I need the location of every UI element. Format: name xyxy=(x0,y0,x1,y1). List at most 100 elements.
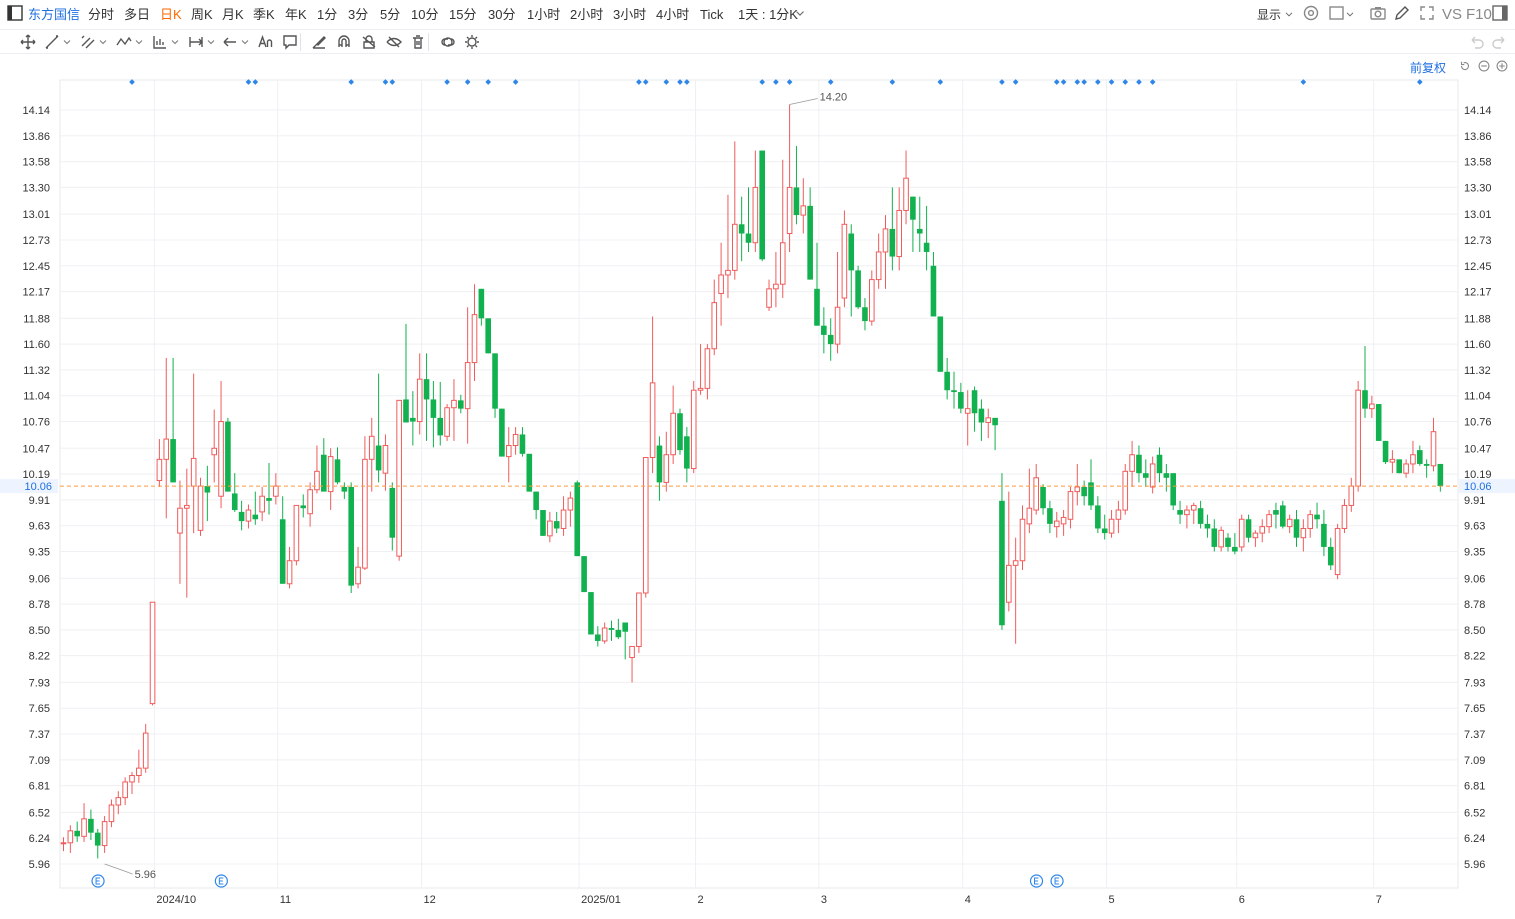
y-axis-right-label: 14.14 xyxy=(1464,105,1492,117)
candle xyxy=(149,601,156,706)
candle-body xyxy=(704,348,711,389)
candle-body xyxy=(101,821,108,847)
period-tab-4[interactable]: 月K xyxy=(222,0,244,30)
move-icon[interactable] xyxy=(18,32,38,52)
y-axis-left-label: 13.58 xyxy=(22,157,50,169)
candle-body xyxy=(732,223,738,271)
candle xyxy=(492,353,498,418)
candle xyxy=(553,511,560,534)
measure-icon[interactable] xyxy=(150,32,170,52)
period-tab-15[interactable]: 3小时 xyxy=(613,0,646,30)
camera-icon[interactable] xyxy=(1368,3,1388,23)
period-tab-5[interactable]: 季K xyxy=(253,0,275,30)
candle xyxy=(1293,510,1300,547)
candle-body xyxy=(869,279,875,322)
period-tab-2[interactable]: 日K xyxy=(160,0,182,30)
period-tab-11[interactable]: 15分 xyxy=(449,0,476,30)
panel-toggle-icon[interactable] xyxy=(1490,3,1510,23)
period-tab-10[interactable]: 10分 xyxy=(411,0,438,30)
x-axis-label: 7 xyxy=(1376,894,1382,906)
period-tab-3[interactable]: 周K xyxy=(191,0,213,30)
candle-body xyxy=(677,413,683,451)
candle xyxy=(1238,514,1245,552)
candle xyxy=(649,316,656,474)
pen-icon[interactable] xyxy=(1392,3,1412,23)
note-icon[interactable] xyxy=(280,32,300,52)
arrow-icon[interactable] xyxy=(220,32,240,52)
channel-icon[interactable] xyxy=(78,32,98,52)
period-tab-7[interactable]: 1分 xyxy=(317,0,337,30)
y-axis-right-label: 6.52 xyxy=(1464,807,1485,819)
x-axis-label: 2025/01 xyxy=(581,894,621,906)
period-tab-14[interactable]: 2小时 xyxy=(570,0,603,30)
settings-icon[interactable] xyxy=(1301,3,1321,23)
period-tab-12[interactable]: 30分 xyxy=(488,0,515,30)
candle-body xyxy=(1238,518,1245,548)
candle-body xyxy=(601,627,608,642)
period-tab-17[interactable]: Tick xyxy=(700,0,723,30)
candle-body xyxy=(1430,431,1437,467)
candle-body xyxy=(581,556,587,593)
fullscreen-icon[interactable] xyxy=(1417,3,1437,23)
period-tab-0[interactable]: 分时 xyxy=(88,0,114,30)
candle-body xyxy=(512,433,519,447)
text-icon[interactable] xyxy=(255,32,275,52)
lock-icon[interactable] xyxy=(359,32,379,52)
y-axis-right-label: 13.01 xyxy=(1464,209,1492,221)
undo-icon[interactable] xyxy=(1466,32,1486,52)
candle xyxy=(1136,445,1142,483)
candle xyxy=(1218,526,1224,552)
chevron-down-icon[interactable] xyxy=(98,37,108,47)
f10-button[interactable]: F10 xyxy=(1466,0,1492,30)
chevron-down-icon[interactable] xyxy=(170,37,180,47)
candle-body xyxy=(1252,532,1259,539)
event-marker-icon xyxy=(1029,874,1044,888)
chevron-down-icon[interactable] xyxy=(793,6,807,20)
candle-body xyxy=(636,592,642,647)
period-tab-1[interactable]: 多日 xyxy=(124,0,150,30)
hide-icon[interactable] xyxy=(384,32,404,52)
display-select[interactable]: 显示 xyxy=(1257,0,1281,30)
candle-body xyxy=(588,592,594,635)
candle-body xyxy=(1006,564,1012,603)
chevron-down-icon[interactable] xyxy=(134,37,144,47)
candle-body xyxy=(841,223,848,299)
sidebar-toggle-icon[interactable] xyxy=(5,3,25,23)
candle-body xyxy=(1101,528,1108,534)
vs-button[interactable]: VS xyxy=(1442,0,1462,30)
candle-body xyxy=(423,379,430,400)
link-icon[interactable] xyxy=(438,32,458,52)
chevron-down-icon[interactable] xyxy=(1283,8,1295,20)
candle xyxy=(60,837,67,852)
period-tab-13[interactable]: 1小时 xyxy=(527,0,560,30)
redo-icon[interactable] xyxy=(1490,32,1510,52)
custom-period-select[interactable]: 1天 : 1分K xyxy=(738,0,798,30)
chevron-down-icon[interactable] xyxy=(240,37,250,47)
candle xyxy=(786,104,793,252)
period-tab-8[interactable]: 3分 xyxy=(348,0,368,30)
candle-body xyxy=(595,634,601,641)
chevron-down-icon[interactable] xyxy=(62,37,72,47)
brush-icon[interactable] xyxy=(309,32,329,52)
kline-chart[interactable]: 14.14 14.14 13.86 13.86 13.58 13.58 13.30 13.30… xyxy=(0,55,1515,917)
stock-name[interactable]: 东方国信 xyxy=(28,0,80,30)
candle-body xyxy=(1355,389,1361,487)
period-tab-16[interactable]: 4小时 xyxy=(656,0,689,30)
candle-body xyxy=(149,601,156,705)
period-tab-9[interactable]: 5分 xyxy=(380,0,400,30)
magnet-icon[interactable] xyxy=(334,32,354,52)
y-axis-left-label: 7.65 xyxy=(29,703,50,715)
y-axis-right-label: 7.09 xyxy=(1464,755,1485,767)
range-icon[interactable] xyxy=(186,32,206,52)
wave-icon[interactable] xyxy=(114,32,134,52)
chevron-down-icon[interactable] xyxy=(1344,8,1356,20)
candle xyxy=(211,409,217,483)
line-icon[interactable] xyxy=(42,32,62,52)
settings-icon[interactable] xyxy=(462,32,482,52)
candle-body xyxy=(697,387,704,391)
y-axis-left-label: 10.47 xyxy=(22,443,50,455)
candle-body xyxy=(533,491,539,511)
chevron-down-icon[interactable] xyxy=(206,37,216,47)
period-tab-6[interactable]: 年K xyxy=(285,0,307,30)
delete-icon[interactable] xyxy=(408,32,428,52)
